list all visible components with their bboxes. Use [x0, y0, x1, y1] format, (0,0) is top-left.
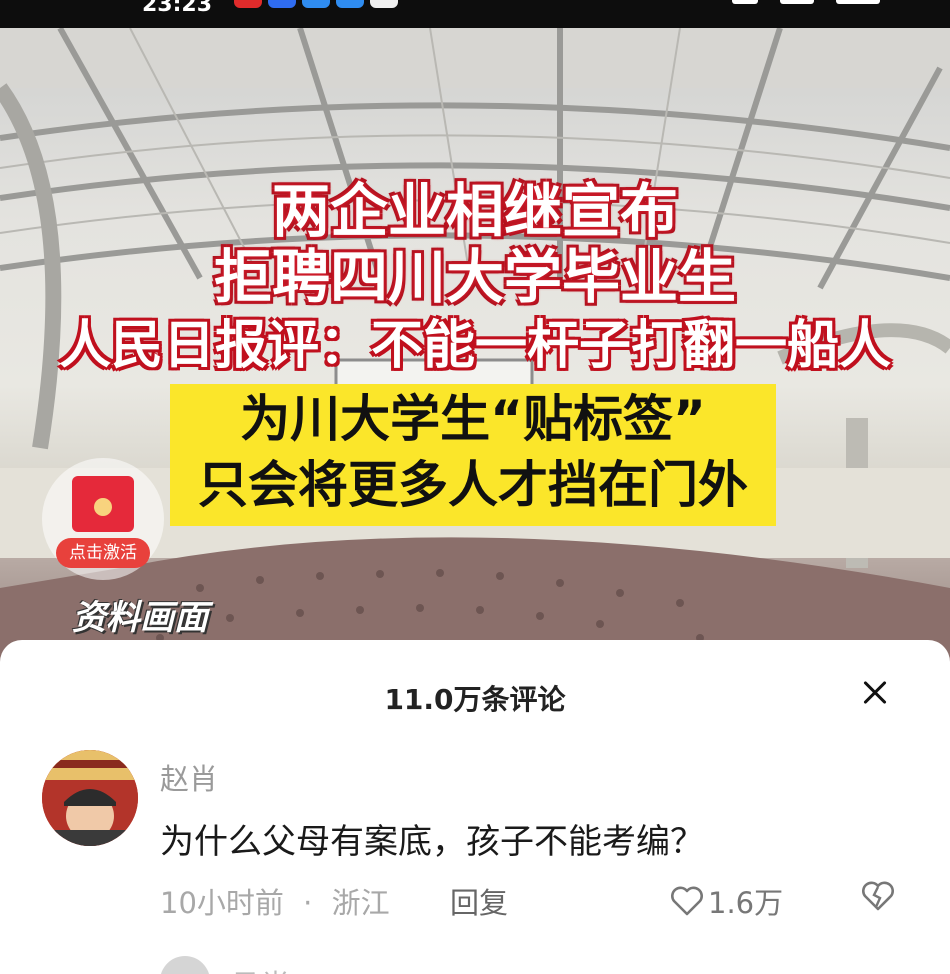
signal-icon	[780, 0, 814, 4]
comment-author[interactable]: 赵肖	[160, 756, 218, 798]
video-headline-line1: 两企业相继宣布	[271, 177, 678, 245]
video-player[interactable]: 两企业相继宣布 拒聘四川大学毕业生 人民日报评：不能一杆子打翻一船人 为川大学生…	[0, 28, 950, 678]
status-time: 23:23	[142, 0, 213, 17]
comments-count-title: 11.0万条评论	[384, 683, 566, 716]
status-bar: 23:23	[0, 0, 950, 28]
like-count: 1.6万	[708, 886, 784, 920]
close-icon[interactable]	[852, 670, 898, 716]
video-subheadline: 人民日报评：不能一杆子打翻一船人	[58, 316, 891, 376]
comment-time: 10小时前	[160, 886, 284, 920]
nfc-icon	[732, 0, 758, 4]
comment-location: 浙江	[331, 886, 390, 920]
avatar-image	[42, 750, 138, 846]
status-indicators	[732, 0, 880, 4]
notification-app-icon	[370, 0, 398, 8]
notification-app-icon	[302, 0, 330, 8]
broken-heart-icon	[862, 881, 894, 911]
red-packet-widget[interactable]: 点击激活	[42, 458, 164, 580]
reference-footage-label: 资料画面	[72, 598, 208, 638]
battery-icon	[836, 0, 880, 4]
video-headline-line2: 拒聘四川大学毕业生	[213, 243, 736, 311]
avatar[interactable]	[42, 750, 138, 846]
activate-button[interactable]: 点击激活	[56, 538, 150, 568]
highlight-line2: 只会将更多人才挡在门外	[198, 456, 748, 514]
comments-panel: 11.0万条评论 赵肖 为什么父母有案底，孩子不能考编？ 10小时前 · 浙江 …	[0, 640, 950, 974]
red-envelope-icon	[72, 476, 134, 532]
like-button[interactable]: 1.6万	[670, 880, 783, 922]
dislike-button[interactable]	[860, 880, 896, 916]
next-comment-author[interactable]: 马肖	[232, 962, 290, 974]
comment-text[interactable]: 为什么父母有案底，孩子不能考编？	[160, 814, 704, 863]
notification-app-icon	[268, 0, 296, 8]
status-app-icons	[234, 0, 398, 8]
next-comment-avatar[interactable]	[160, 956, 210, 974]
notification-app-icon	[336, 0, 364, 8]
reply-button[interactable]: 回复	[450, 880, 508, 922]
heart-icon	[671, 886, 703, 916]
highlight-line1: 为川大学生“贴标签”	[240, 390, 706, 448]
highlight-caption-box: 为川大学生“贴标签” 只会将更多人才挡在门外	[170, 384, 776, 526]
comment-meta: 10小时前 · 浙江	[160, 880, 390, 922]
meta-separator: ·	[303, 886, 313, 920]
notification-app-icon	[234, 0, 262, 8]
